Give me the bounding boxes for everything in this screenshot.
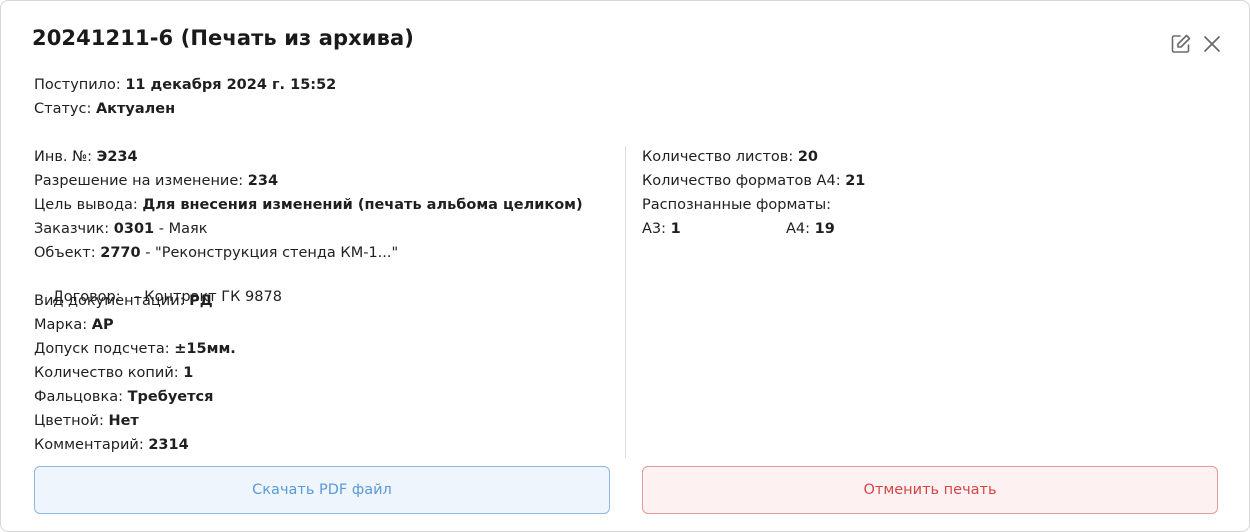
- a4-count-value: 21: [845, 173, 866, 189]
- print-request-dialog: 20241211-6 (Печать из архива) Поступило:…: [0, 0, 1250, 532]
- customer-code: 0301: [113, 221, 155, 237]
- object-row: Объект: 2770 - "Реконструкция стенда КМ-…: [34, 243, 398, 263]
- edit-icon[interactable]: [1169, 32, 1193, 56]
- doc-type-row: Вид документации: РД: [34, 291, 213, 311]
- object-label: Объект:: [34, 245, 101, 261]
- purpose-value: Для внесения изменений (печать альбома ц…: [142, 197, 583, 213]
- object-name: - "Реконструкция стенда КМ-1...": [140, 245, 399, 261]
- copies-row: Количество копий: 1: [34, 363, 193, 383]
- dialog-title: 20241211-6 (Печать из архива): [32, 26, 414, 50]
- download-pdf-button[interactable]: Скачать PDF файл: [34, 466, 610, 514]
- sheets-row: Количество листов: 20: [642, 147, 818, 167]
- close-icon[interactable]: [1200, 32, 1224, 56]
- a3-row: А3: 1: [642, 219, 681, 239]
- purpose-row: Цель вывода: Для внесения изменений (печ…: [34, 195, 583, 215]
- comment-label: Комментарий:: [34, 437, 149, 453]
- mark-value: АР: [91, 317, 114, 333]
- permission-value: 234: [247, 173, 279, 189]
- comment-row: Комментарий: 2314: [34, 435, 189, 455]
- inv-value: Э234: [96, 149, 138, 165]
- doc-type-label: Вид документации:: [34, 293, 190, 309]
- tolerance-label: Допуск подсчета:: [34, 341, 175, 357]
- a4-count-label: Количество форматов А4:: [642, 173, 846, 189]
- customer-row: Заказчик: 0301 - Маяк: [34, 219, 207, 239]
- object-code: 2770: [100, 245, 141, 261]
- a4-value: 19: [814, 221, 835, 237]
- copies-label: Количество копий:: [34, 365, 184, 381]
- cancel-print-button[interactable]: Отменить печать: [642, 466, 1218, 514]
- color-value: Нет: [108, 413, 139, 429]
- customer-name: - Маяк: [154, 221, 208, 237]
- sheets-value: 20: [797, 149, 818, 165]
- a3-value: 1: [670, 221, 681, 237]
- a4-count-row: Количество форматов А4: 21: [642, 171, 865, 191]
- doc-type-value: РД: [189, 293, 213, 309]
- sheets-label: Количество листов:: [642, 149, 798, 165]
- received-value: 11 декабря 2024 г. 15:52: [125, 77, 337, 93]
- copies-value: 1: [183, 365, 194, 381]
- received-row: Поступило: 11 декабря 2024 г. 15:52: [34, 75, 336, 95]
- a3-label: А3:: [642, 221, 671, 237]
- folding-row: Фальцовка: Требуется: [34, 387, 213, 407]
- status-label: Статус:: [34, 101, 96, 117]
- tolerance-value: ±15мм.: [174, 341, 236, 357]
- color-label: Цветной:: [34, 413, 109, 429]
- permission-label: Разрешение на изменение:: [34, 173, 248, 189]
- tolerance-row: Допуск подсчета: ±15мм.: [34, 339, 236, 359]
- status-value: Актуален: [95, 101, 176, 117]
- a4-label: А4:: [786, 221, 815, 237]
- mark-label: Марка:: [34, 317, 92, 333]
- received-label: Поступило:: [34, 77, 126, 93]
- status-row: Статус: Актуален: [34, 99, 175, 119]
- customer-label: Заказчик:: [34, 221, 114, 237]
- purpose-label: Цель вывода:: [34, 197, 143, 213]
- permission-row: Разрешение на изменение: 234: [34, 171, 278, 191]
- folding-label: Фальцовка:: [34, 389, 128, 405]
- column-divider: [625, 146, 626, 458]
- recognized-formats-label: Распознанные форматы:: [642, 197, 832, 213]
- comment-value: 2314: [148, 437, 189, 453]
- mark-row: Марка: АР: [34, 315, 114, 335]
- folding-value: Требуется: [127, 389, 214, 405]
- color-row: Цветной: Нет: [34, 411, 139, 431]
- inv-label: Инв. №:: [34, 149, 97, 165]
- a4-row: А4: 19: [786, 219, 835, 239]
- inv-row: Инв. №: Э234: [34, 147, 138, 167]
